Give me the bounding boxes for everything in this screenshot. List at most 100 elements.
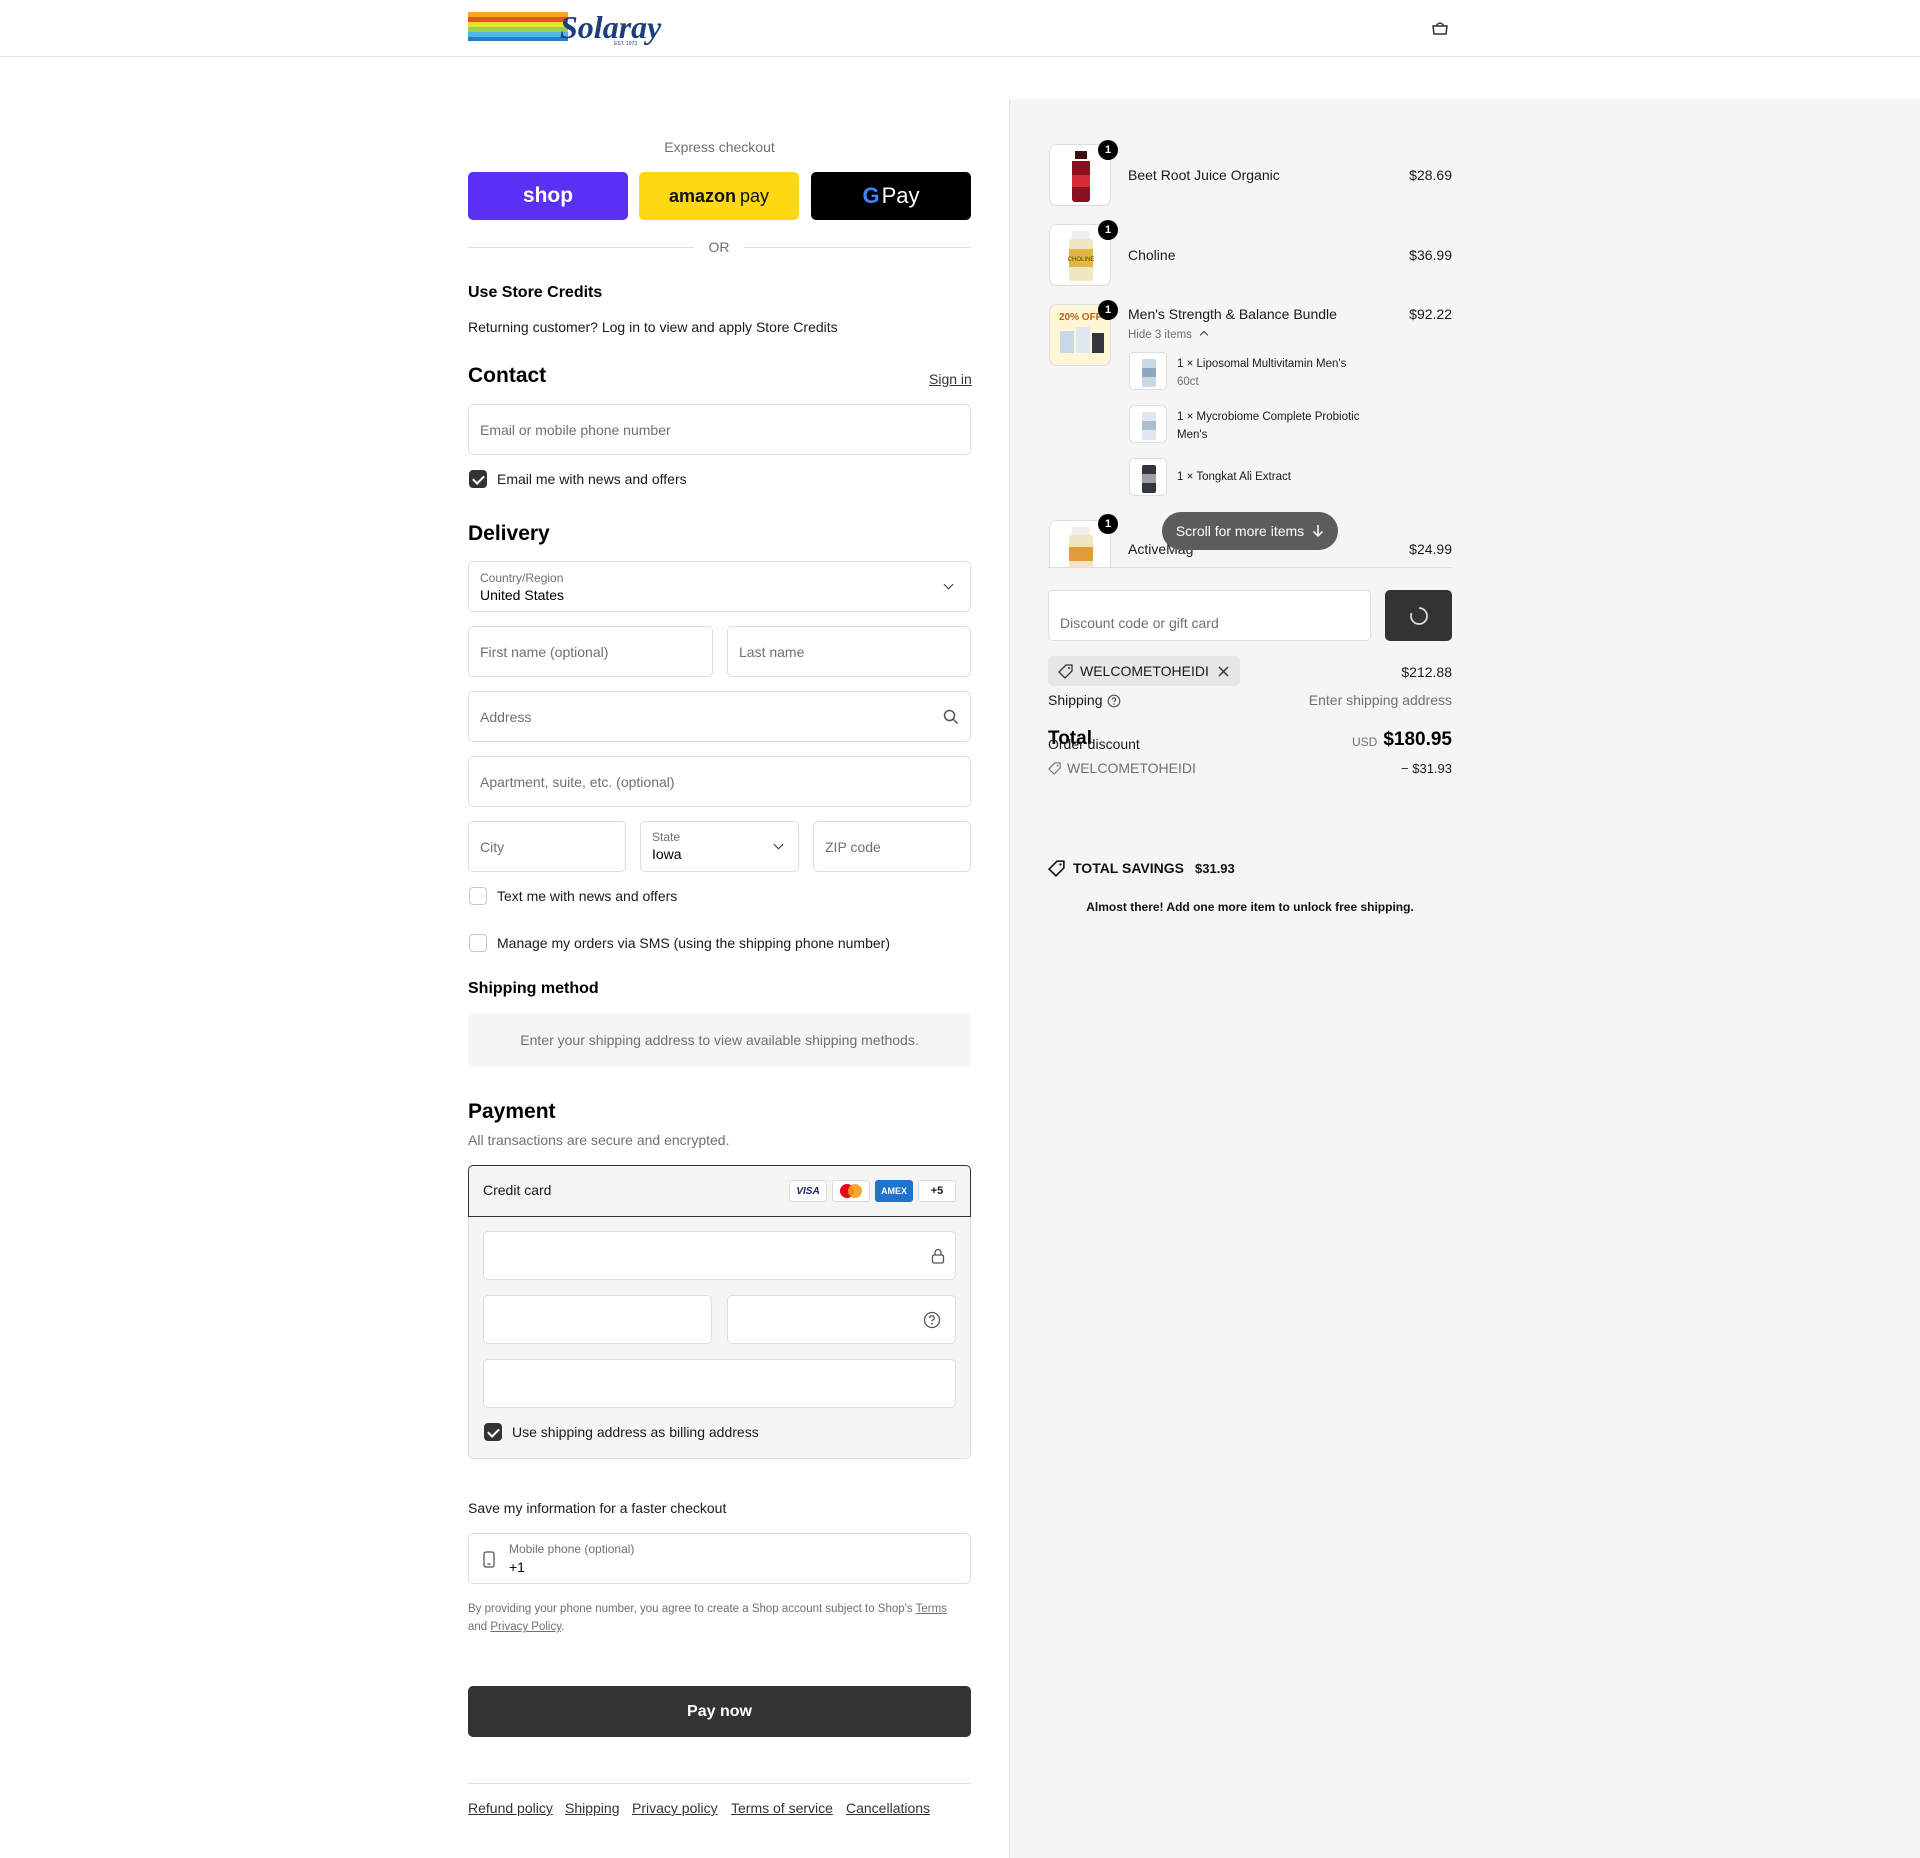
first-name-input[interactable] (469, 627, 712, 676)
city-input[interactable] (469, 822, 625, 871)
applied-discount-code: WELCOMETOHEIDI (1080, 663, 1209, 679)
express-checkout-title: Express checkout (664, 139, 775, 155)
contact-title: Contact (468, 364, 547, 387)
terms-of-service-link[interactable]: Terms of service (731, 1800, 833, 1816)
security-code-field[interactable] (727, 1295, 956, 1344)
email-input[interactable] (469, 405, 970, 454)
refund-policy-link[interactable]: Refund policy (468, 1800, 553, 1816)
tag-icon (1048, 762, 1061, 775)
privacy-policy-footer-link[interactable]: Privacy policy (632, 1800, 718, 1816)
discount-code-field[interactable] (1048, 590, 1371, 641)
savings-tag-icon (1048, 860, 1065, 877)
bundle-item-thumbnail (1129, 352, 1167, 390)
sign-in-link[interactable]: Sign in (929, 371, 972, 387)
name-on-card-field[interactable] (483, 1359, 956, 1408)
cart-item-name: Men's Strength & Balance Bundle (1128, 306, 1337, 322)
order-discount-label: Order discount (1048, 736, 1140, 752)
bundle-item-qty: 1 × (1177, 471, 1194, 483)
first-name-field[interactable] (468, 626, 713, 677)
text-offers-checkbox[interactable] (469, 887, 487, 905)
city-field[interactable] (468, 821, 626, 872)
shop-pay-button[interactable]: shop (468, 172, 628, 220)
visa-icon: VISA (789, 1180, 827, 1202)
text-offers-label: Text me with news and offers (497, 888, 678, 904)
terms-link[interactable]: Terms (916, 1603, 947, 1615)
sms-orders-label: Manage my orders via SMS (using the ship… (497, 935, 890, 951)
state-label: State (652, 830, 681, 844)
order-discount-code: WELCOMETOHEIDI (1067, 760, 1196, 776)
arrow-down-icon (1313, 525, 1324, 538)
apartment-field[interactable] (468, 756, 971, 807)
billing-same-label: Use shipping address as billing address (512, 1424, 759, 1440)
chevron-down-icon (943, 579, 954, 590)
save-info-title: Save my information for a faster checkou… (468, 1500, 727, 1516)
zip-field[interactable] (813, 821, 971, 872)
shipping-label: Shipping (1048, 692, 1103, 708)
apply-discount-button[interactable] (1385, 590, 1452, 641)
help-circle-icon[interactable] (923, 1311, 941, 1329)
google-g-icon: G (862, 183, 880, 208)
pay-now-button[interactable]: Pay now (468, 1686, 971, 1737)
apartment-input[interactable] (469, 757, 970, 806)
email-offers-checkbox[interactable] (469, 470, 487, 488)
cart-bag-icon[interactable] (1430, 20, 1450, 36)
sms-orders-checkbox[interactable] (469, 934, 487, 952)
bundle-item-variant: Men's (1177, 429, 1208, 441)
or-divider-left (468, 247, 694, 248)
discount-code-input[interactable] (1049, 591, 1370, 640)
chevron-up-icon (1199, 330, 1209, 340)
last-name-field[interactable] (727, 626, 971, 677)
amazon-pay-button[interactable]: amazon pay (639, 172, 799, 220)
mobile-phone-icon (483, 1551, 495, 1568)
delivery-title: Delivery (468, 522, 550, 545)
amex-icon: AMEX (875, 1180, 913, 1202)
quantity-badge: 1 (1098, 140, 1118, 160)
expiry-date-field[interactable] (483, 1295, 712, 1344)
privacy-policy-link[interactable]: Privacy Policy (490, 1621, 561, 1633)
legal-text-and: and (468, 1621, 488, 1633)
payment-title: Payment (468, 1100, 556, 1123)
solaray-logo[interactable]: Solaray EST. 1973 (468, 9, 720, 47)
cart-item-price: $36.99 (1409, 247, 1452, 263)
billing-same-checkbox[interactable] (484, 1423, 502, 1441)
scroll-hint-label: Scroll for more items (1175, 523, 1305, 539)
hide-bundle-items-toggle[interactable]: Hide 3 items (1128, 329, 1209, 341)
svg-text:Solaray: Solaray (560, 10, 662, 45)
zip-input[interactable] (814, 822, 970, 871)
store-credits-title: Use Store Credits (468, 284, 603, 301)
free-shipping-message: Almost there! Add one more item to unloc… (1086, 900, 1414, 914)
address-field[interactable] (468, 691, 971, 742)
remove-discount-icon[interactable] (1218, 666, 1229, 677)
last-name-input[interactable] (728, 627, 970, 676)
state-select[interactable]: State Iowa (640, 821, 799, 872)
google-pay-button[interactable]: G Pay (811, 172, 971, 220)
bundle-item-qty: 1 × (1177, 358, 1194, 370)
amazon-pay-label: amazon (668, 185, 736, 206)
shipping-policy-link[interactable]: Shipping (565, 1800, 620, 1816)
bundle-promo-label: 20% OFF (1059, 312, 1102, 323)
country-label: Country/Region (480, 571, 564, 585)
or-divider-right (744, 247, 971, 248)
bundle-item-thumbnail (1129, 458, 1167, 496)
mobile-phone-field[interactable]: Mobile phone (optional) +1 (468, 1533, 971, 1584)
cart-item-price: $28.69 (1409, 167, 1452, 183)
store-credits-text: Returning customer? Log in to view and a… (468, 319, 838, 335)
credit-card-label: Credit card (483, 1182, 552, 1198)
legal-text-end: . (561, 1621, 565, 1633)
mobile-phone-value: +1 (509, 1559, 525, 1575)
more-cards-badge: +5 (918, 1180, 956, 1202)
bundle-item-name: Mycrobiome Complete Probiotic (1196, 411, 1360, 423)
cancellations-link[interactable]: Cancellations (846, 1800, 930, 1816)
hide-items-label: Hide 3 items (1128, 329, 1192, 341)
country-select[interactable]: Country/Region United States (468, 561, 971, 612)
shipping-help-icon[interactable] (1107, 694, 1121, 708)
card-number-field[interactable] (483, 1231, 956, 1280)
svg-text:EST. 1973: EST. 1973 (614, 41, 637, 46)
email-field[interactable] (468, 404, 971, 455)
lock-icon (931, 1248, 945, 1264)
address-input[interactable] (469, 692, 970, 741)
scroll-more-items-button[interactable]: Scroll for more items (1162, 512, 1338, 550)
bundle-item-qty: 1 × (1177, 411, 1194, 423)
quantity-badge: 1 (1098, 514, 1118, 534)
bundle-item-name: Liposomal Multivitamin Men's (1196, 358, 1347, 370)
